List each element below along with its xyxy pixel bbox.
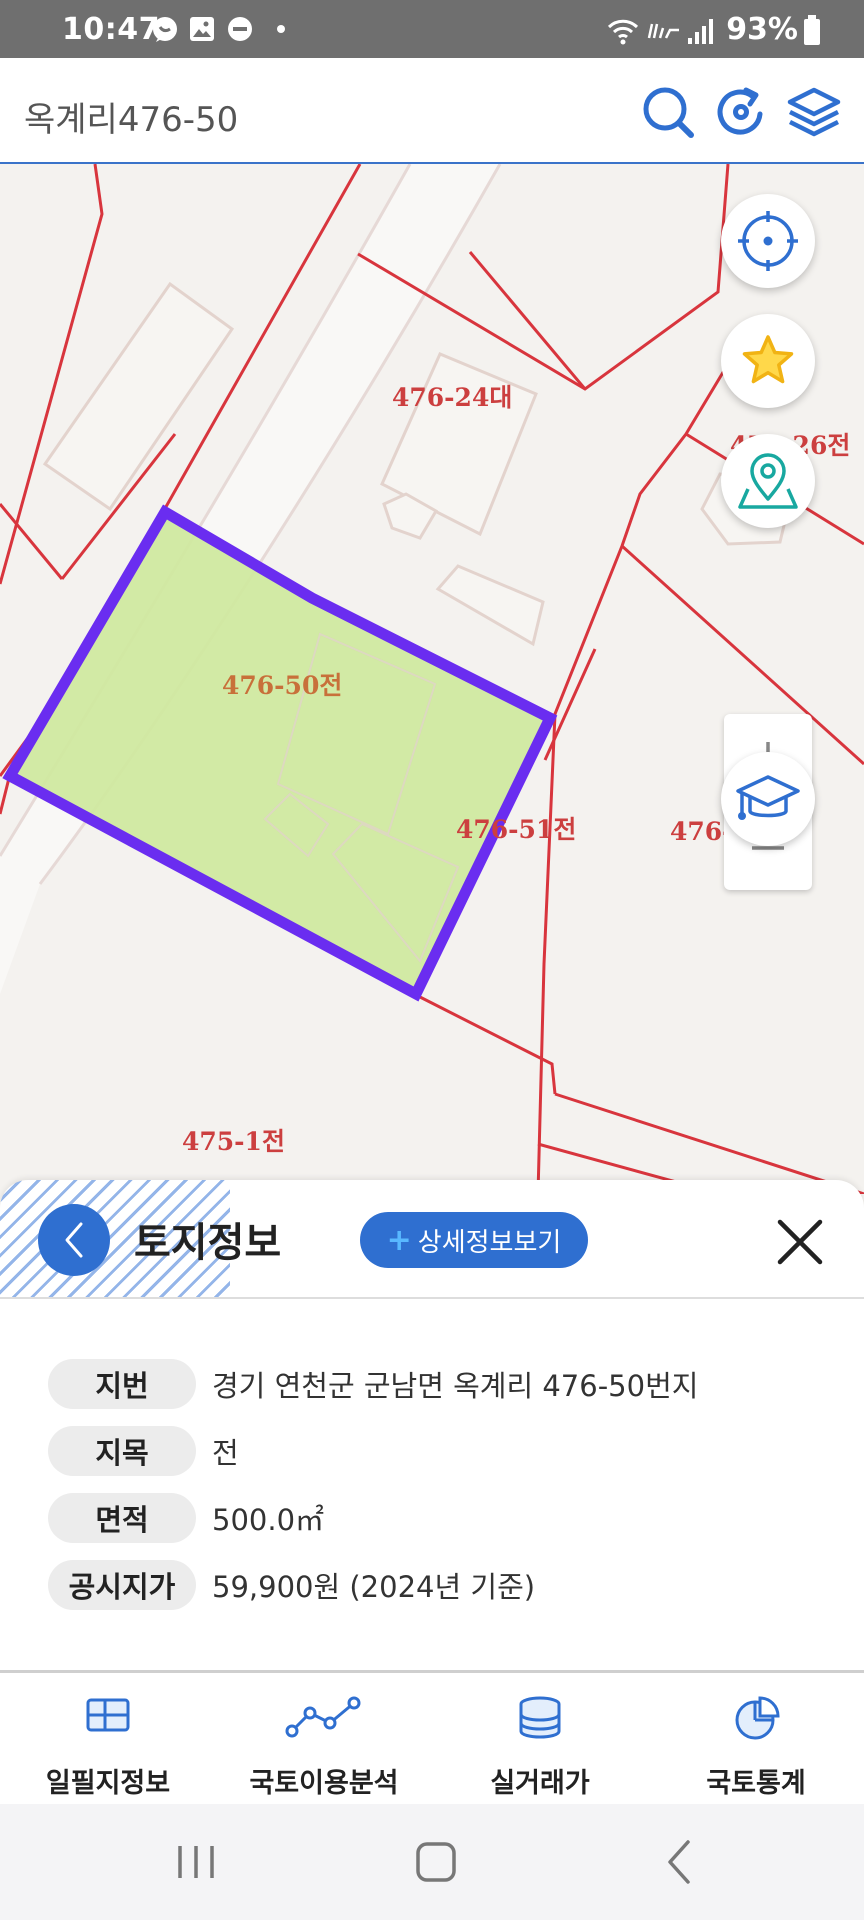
land-info-list: 지번 경기 연천군 군남면 옥계리 476-50번지 지목 전 면적 500.0… [48,1358,698,1626]
land-info-sheet: 토지정보 + 상세정보보기 지번 경기 연천군 군남면 옥계리 476-50번지… [0,1180,864,1670]
info-row-land-category: 지목 전 [48,1425,698,1477]
parcel-label: 476-51전 [456,815,576,844]
layers-icon[interactable] [786,84,842,140]
sheet-header: 토지정보 + 상세정보보기 [0,1180,864,1299]
battery-icon [804,15,820,45]
nav-item-real-transaction-price[interactable]: 실거래가 [440,1673,640,1807]
education-button[interactable] [721,752,815,846]
wifi-icon [607,19,639,45]
cadastral-map[interactable]: 476-24대 476-26전 476-50전 476-51전 476-52 4… [0,164,864,1194]
info-label: 지목 [48,1426,196,1476]
info-row-lot-number: 지번 경기 연천군 군남면 옥계리 476-50번지 [48,1358,698,1410]
nav-item-land-use-analysis[interactable]: 국토이용분석 [224,1673,424,1807]
info-value: 경기 연천군 군남면 옥계리 476-50번지 [212,1369,699,1403]
sheet-title: 토지정보 [134,1220,282,1266]
top-bar: 옥계리476-50 [0,58,864,164]
info-value: 59,900원 (2024년 기준) [212,1570,536,1604]
status-bar: 10:47 93% [0,0,864,58]
recent-apps-icon[interactable] [166,1834,226,1890]
info-row-official-price: 공시지가 59,900원 (2024년 기준) [48,1559,698,1611]
system-back-icon[interactable] [650,1834,710,1890]
search-icon[interactable] [640,84,696,140]
info-value: 전 [212,1436,239,1470]
status-time: 10:47 [62,12,160,47]
crosshair-icon [738,211,798,271]
info-label: 지번 [48,1359,196,1409]
back-button[interactable] [38,1204,110,1276]
parcel-label: 476-24대 [392,383,512,412]
info-label: 면적 [48,1493,196,1543]
cell-signal-icon [688,19,713,44]
graduation-cap-icon [736,775,800,820]
nav-label: 실거래가 [490,1768,590,1799]
bottom-nav: 일필지정보 국토이용분석 실거래가 국토통계 [0,1670,864,1807]
nav-label: 국토이용분석 [249,1768,399,1799]
info-value: 500.0㎡ [212,1503,325,1537]
plus-icon: + [386,1222,412,1258]
view-details-label: 상세정보보기 [417,1227,562,1258]
pie-chart-icon [735,1696,780,1740]
chat-bubble-icon [153,17,177,42]
grid-map-icon [86,1698,130,1732]
parcel-label: 475-1전 [182,1127,285,1156]
map-pin-icon [738,453,798,509]
parcel-map-canvas[interactable]: 476-24대 476-26전 476-50전 476-51전 476-52 4… [0,164,864,1194]
view-details-button[interactable]: + 상세정보보기 [360,1212,588,1268]
do-not-disturb-icon [228,17,252,41]
favorites-button[interactable] [721,314,815,408]
line-chart-icon [285,1696,361,1738]
map-pin-button[interactable] [721,434,815,528]
database-icon [519,1696,561,1739]
nav-item-land-statistics[interactable]: 국토통계 [656,1673,856,1807]
nav-label: 국토통계 [706,1768,806,1799]
notification-dot-icon [277,25,285,33]
info-row-area: 면적 500.0㎡ [48,1492,698,1544]
nav-item-parcel-info[interactable]: 일필지정보 [8,1673,208,1807]
current-location-button[interactable] [721,194,815,288]
info-label: 공시지가 [48,1560,196,1610]
location-refresh-icon[interactable] [714,84,770,140]
close-icon[interactable] [774,1216,826,1268]
home-icon[interactable] [406,1834,466,1890]
gallery-icon [190,17,214,41]
page-title: 옥계리476-50 [24,100,239,140]
nav-label: 일필지정보 [45,1768,171,1799]
chevron-left-icon [65,1222,83,1258]
system-navigation-bar [0,1804,864,1920]
battery-percent: 93% [726,12,798,47]
star-icon [742,335,794,384]
parcel-label-selected: 476-50전 [222,671,342,700]
lte-signal-icon [647,23,679,39]
